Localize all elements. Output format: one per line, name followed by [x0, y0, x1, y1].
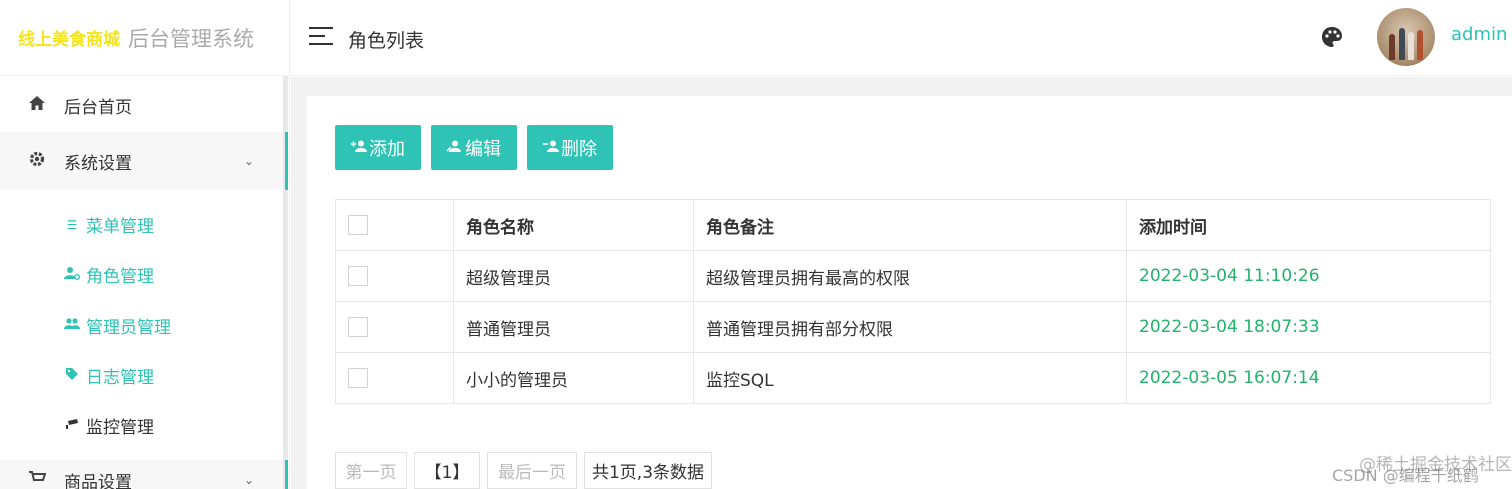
logo[interactable]: 线上美食商城 后台管理系统: [0, 0, 289, 76]
top-header: 角色列表 admin: [291, 0, 1512, 76]
column-header: 角色名称: [453, 199, 694, 251]
logo-system-title: 后台管理系统: [128, 26, 254, 51]
row-select-cell: [335, 250, 454, 302]
page-title: 角色列表: [348, 30, 425, 52]
palette-icon[interactable]: [1321, 26, 1343, 48]
sidebar-item-label: 后台首页: [64, 97, 132, 118]
sidebar-item-label: 菜单管理: [86, 217, 154, 237]
active-indicator: [285, 132, 288, 190]
sidebar-item-admin[interactable]: 管理员管理: [64, 313, 171, 338]
sidebar-item-menu[interactable]: ☰ 菜单管理: [64, 212, 154, 237]
active-indicator: [285, 460, 288, 489]
watermark: CSDN @编程千纸鹤: [1332, 466, 1479, 485]
user-settings-icon: [64, 266, 80, 283]
current-page-button[interactable]: 【1】: [414, 452, 480, 489]
added-time-cell: 2022-03-04 18:07:33: [1126, 301, 1491, 353]
sidebar-item-label: 商品设置: [64, 472, 132, 489]
table-row[interactable]: 超级管理员 超级管理员拥有最高的权限 2022-03-04 11:10:26: [335, 250, 1491, 302]
sidebar-item-label: 角色管理: [86, 267, 154, 287]
add-button[interactable]: 添加: [335, 125, 421, 170]
last-page-button[interactable]: 最后一页: [487, 452, 577, 489]
add-user-icon: [351, 140, 367, 155]
edit-button[interactable]: 编辑: [431, 125, 517, 170]
table-row[interactable]: 普通管理员 普通管理员拥有部分权限 2022-03-04 18:07:33: [335, 301, 1491, 353]
table-header-row: 角色名称 角色备注 添加时间: [335, 199, 1491, 251]
role-name-cell: 小小的管理员: [453, 352, 694, 404]
sidebar-item-role[interactable]: 角色管理: [64, 262, 154, 287]
sidebar-item-log[interactable]: 日志管理: [64, 363, 154, 388]
added-time-cell: 2022-03-04 11:10:26: [1126, 250, 1491, 302]
row-select-cell: [335, 301, 454, 353]
sidebar-item-label: 系统设置: [64, 153, 132, 174]
gear-icon: [26, 150, 48, 172]
chevron-down-icon: ⌄: [243, 473, 254, 487]
cart-icon: [26, 470, 48, 489]
logo-brand: 线上美食商城: [18, 30, 120, 50]
sidebar-item-monitor[interactable]: 监控管理: [64, 413, 154, 438]
delete-button[interactable]: 删除: [527, 125, 613, 170]
sidebar-item-system[interactable]: 系统设置 ⌄: [0, 132, 286, 190]
app: 线上美食商城 后台管理系统 后台首页 系统设置 ⌄ ☰ 菜单管理 角色管理 管理…: [0, 0, 1512, 489]
sidebar: 线上美食商城 后台管理系统 后台首页 系统设置 ⌄ ☰ 菜单管理 角色管理 管理…: [0, 0, 290, 489]
role-name-cell: 普通管理员: [453, 301, 694, 353]
edit-user-icon: [446, 140, 463, 155]
menu-toggle-icon[interactable]: [309, 27, 333, 47]
roles-table: 角色名称 角色备注 添加时间 超级管理员 超级管理员拥有最高的权限 2022-0…: [335, 199, 1491, 404]
avatar[interactable]: [1377, 8, 1435, 66]
chevron-down-icon: ⌄: [243, 154, 254, 168]
home-icon: [26, 95, 48, 115]
sidebar-item-label: 日志管理: [86, 368, 154, 388]
column-header: 添加时间: [1126, 199, 1491, 251]
user-menu[interactable]: admin: [1451, 24, 1507, 45]
row-select-cell: [335, 352, 454, 404]
column-header: 角色备注: [693, 199, 1127, 251]
sidebar-item-goods[interactable]: 商品设置 ⌄: [0, 460, 286, 489]
added-time-cell: 2022-03-05 16:07:14: [1126, 352, 1491, 404]
add-button-label: 添加: [369, 138, 405, 160]
table-row[interactable]: 小小的管理员 监控SQL 2022-03-05 16:07:14: [335, 352, 1491, 404]
sidebar-item-label: 管理员管理: [86, 318, 171, 338]
camera-icon: [64, 418, 80, 433]
sidebar-item-home[interactable]: 后台首页: [0, 80, 286, 130]
row-checkbox[interactable]: [348, 368, 368, 388]
row-checkbox[interactable]: [348, 266, 368, 286]
role-remark-cell: 超级管理员拥有最高的权限: [693, 250, 1127, 302]
tag-icon: [64, 367, 80, 384]
select-all-checkbox[interactable]: [348, 215, 368, 235]
list-icon: ☰: [66, 217, 78, 232]
role-remark-cell: 监控SQL: [693, 352, 1127, 404]
sidebar-item-label: 监控管理: [86, 418, 154, 438]
select-all-cell: [335, 199, 454, 251]
row-checkbox[interactable]: [348, 317, 368, 337]
delete-button-label: 删除: [561, 138, 597, 160]
first-page-button[interactable]: 第一页: [335, 452, 407, 489]
users-icon: [64, 318, 80, 333]
role-name-cell: 超级管理员: [453, 250, 694, 302]
remove-user-icon: [543, 140, 559, 155]
pagination-summary: 共1页,3条数据: [584, 452, 712, 489]
edit-button-label: 编辑: [465, 138, 501, 160]
role-remark-cell: 普通管理员拥有部分权限: [693, 301, 1127, 353]
